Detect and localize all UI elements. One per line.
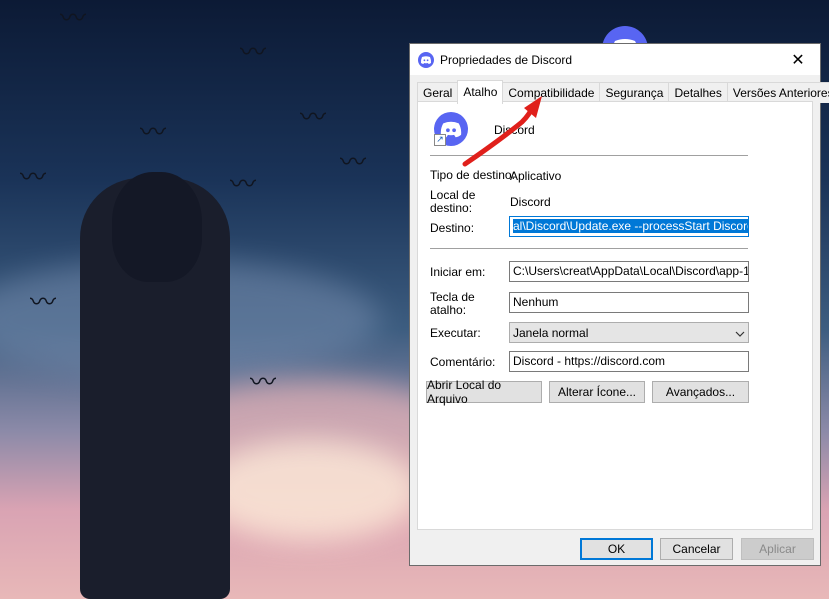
run-label: Executar: <box>430 326 481 340</box>
title-bar[interactable]: Propriedades de Discord ✕ <box>410 44 820 75</box>
wallpaper-figure-head <box>112 172 202 282</box>
start-in-field[interactable]: C:\Users\creat\AppData\Local\Discord\app… <box>509 261 749 282</box>
window-title: Propriedades de Discord <box>440 52 573 67</box>
cancel-button[interactable]: Cancelar <box>660 538 733 560</box>
separator <box>430 248 748 249</box>
run-select-value: Janela normal <box>513 325 589 340</box>
target-field[interactable]: al\Discord\Update.exe --processStart Dis… <box>509 216 749 237</box>
discord-icon <box>418 51 434 68</box>
start-in-label: Iniciar em: <box>430 265 486 279</box>
apply-button[interactable]: Aplicar <box>741 538 814 560</box>
tab-strip: Geral Atalho Compatibilidade Segurança D… <box>417 80 829 104</box>
target-type-value: Aplicativo <box>510 169 562 183</box>
tab-atalho[interactable]: Atalho <box>457 80 504 104</box>
tab-geral[interactable]: Geral <box>417 82 459 103</box>
ok-button[interactable]: OK <box>580 538 653 560</box>
chevron-down-icon <box>735 326 745 340</box>
change-icon-button[interactable]: Alterar Ícone... <box>549 381 645 403</box>
tab-compatibilidade[interactable]: Compatibilidade <box>502 82 601 103</box>
target-location-value: Discord <box>510 195 551 209</box>
target-value: al\Discord\Update.exe --processStart Dis… <box>513 219 748 233</box>
advanced-button[interactable]: Avançados... <box>652 381 749 403</box>
target-type-label: Tipo de destino: <box>430 168 515 182</box>
close-button[interactable]: ✕ <box>776 44 820 75</box>
hotkey-label: Tecla de atalho: <box>430 290 475 317</box>
separator <box>430 155 748 156</box>
target-label: Destino: <box>430 221 475 235</box>
close-icon: ✕ <box>791 50 805 69</box>
shortcut-overlay-icon: ↗ <box>434 134 446 146</box>
open-file-location-button[interactable]: Abrir Local do Arquivo <box>426 378 542 406</box>
tab-seguranca[interactable]: Segurança <box>599 82 670 103</box>
tab-detalhes[interactable]: Detalhes <box>668 82 728 103</box>
shortcut-panel: ↗ Discord Tipo de destino: Aplicativo Lo… <box>417 101 813 530</box>
run-select[interactable]: Janela normal <box>509 322 749 343</box>
hotkey-field[interactable]: Nenhum <box>509 292 749 313</box>
comment-label: Comentário: <box>430 355 496 369</box>
comment-field[interactable]: Discord - https://discord.com <box>509 351 749 372</box>
tab-versoes-anteriores[interactable]: Versões Anteriores <box>726 82 829 103</box>
properties-dialog: Propriedades de Discord ✕ Geral Atalho C… <box>409 43 829 566</box>
target-location-label: Local de destino: <box>430 188 476 215</box>
shortcut-name: Discord <box>494 123 535 137</box>
